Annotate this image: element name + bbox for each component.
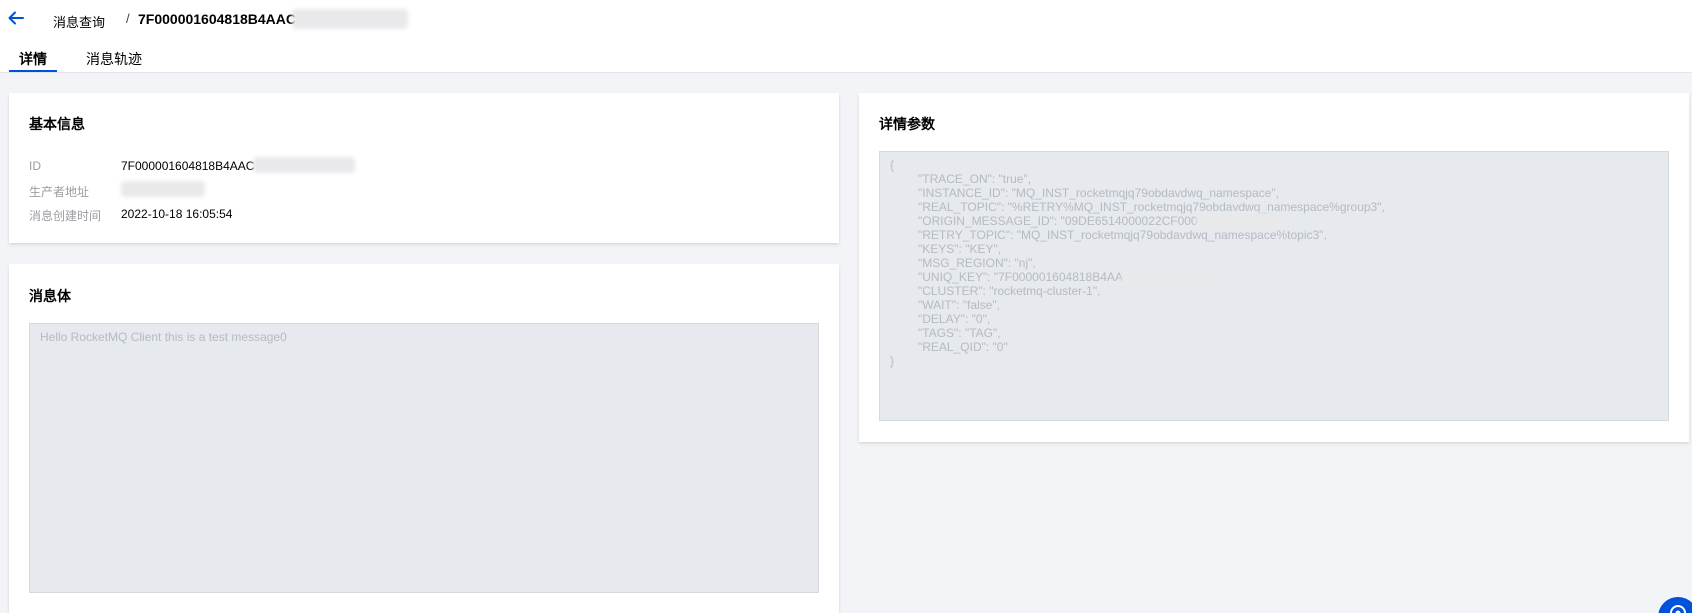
active-tab-indicator	[9, 70, 57, 72]
json-line: "WAIT": "false",	[918, 298, 1000, 312]
redacted-mask	[121, 181, 205, 197]
breadcrumb-current: 7F000001604818B4AAC	[138, 11, 296, 27]
json-line: "DELAY": "0",	[918, 312, 991, 326]
json-line: }	[890, 354, 895, 368]
json-line: "RETRY_TOPIC": "MQ_INST_rocketmqjq79obda…	[918, 228, 1327, 242]
basic-info-title: 基本信息	[29, 116, 85, 132]
json-line: {	[890, 158, 895, 172]
message-body-title: 消息体	[29, 288, 71, 304]
redacted-mask	[253, 157, 355, 173]
id-value: 7F000001604818B4AAC	[121, 159, 255, 173]
producer-address-label: 生产者地址	[29, 185, 90, 199]
json-line: "REAL_QID": "0"	[918, 340, 1008, 354]
json-line: "INSTANCE_ID": "MQ_INST_rocketmqjq79obda…	[918, 186, 1279, 200]
message-body-card: 消息体 Hello RocketMQ Client this is a test…	[9, 264, 839, 613]
breadcrumb-parent[interactable]: 消息查询	[53, 12, 105, 31]
json-line: "TRACE_ON": "true",	[918, 172, 1032, 186]
redacted-mask	[292, 9, 408, 29]
redacted-mask	[1122, 269, 1220, 284]
help-button[interactable]	[1658, 597, 1692, 613]
created-time-label: 消息创建时间	[29, 209, 102, 223]
arrow-left-icon[interactable]	[7, 9, 25, 27]
tab-message-trace[interactable]: 消息轨迹	[86, 49, 142, 69]
help-icon	[1670, 605, 1686, 613]
created-time-value: 2022-10-18 16:05:54	[121, 207, 233, 221]
json-line: "MSG_REGION": "nj",	[918, 256, 1036, 270]
json-line: "CLUSTER": "rocketmq-cluster-1",	[918, 284, 1101, 298]
json-line: "ORIGIN_MESSAGE_ID": "09DE6514000022CF00…	[918, 214, 1198, 228]
detail-params-content[interactable]: { "TRACE_ON": "true", "INSTANCE_ID": "MQ…	[879, 151, 1669, 421]
json-line: "TAGS": "TAG",	[918, 326, 1001, 340]
breadcrumb-separator: /	[126, 11, 130, 26]
redacted-mask	[1196, 213, 1290, 228]
tab-details[interactable]: 详情	[19, 49, 47, 69]
id-label: ID	[29, 159, 41, 173]
message-body-content[interactable]: Hello RocketMQ Client this is a test mes…	[29, 323, 819, 593]
top-bar: 消息查询 / 7F000001604818B4AAC 详情 消息轨迹	[0, 0, 1692, 73]
json-line: "KEYS": "KEY",	[918, 242, 1002, 256]
json-line: "REAL_TOPIC": "%RETRY%MQ_INST_rocketmqjq…	[918, 200, 1385, 214]
json-line: "UNIQ_KEY": "7F000001604818B4AA	[918, 270, 1123, 284]
detail-params-card: 详情参数 { "TRACE_ON": "true", "INSTANCE_ID"…	[859, 93, 1689, 442]
detail-params-title: 详情参数	[879, 116, 935, 132]
basic-info-card: 基本信息 ID 7F000001604818B4AAC 生产者地址 消息创建时间…	[9, 93, 839, 243]
